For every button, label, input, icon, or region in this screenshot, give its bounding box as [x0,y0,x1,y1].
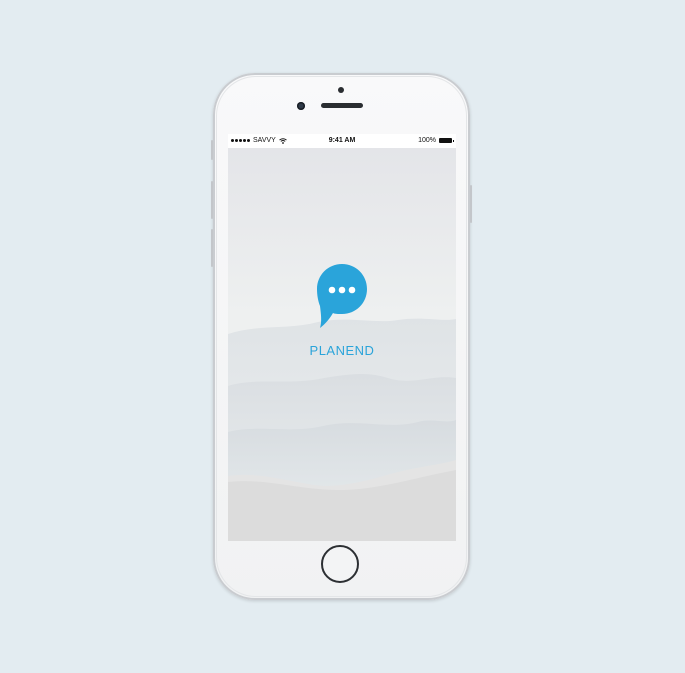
phone-screen: SAVVY 9:41 AM 100% PLANEND [228,134,456,541]
app-name: PLANEND [309,343,375,358]
earpiece-speaker [321,103,363,108]
status-right: 100% [418,137,454,144]
mountain-background [228,134,456,541]
front-camera-icon [297,102,305,110]
battery-percentage: 100% [418,137,436,144]
proximity-sensor [338,87,344,93]
volume-down-button [211,229,213,267]
volume-up-button [211,181,213,219]
status-bar: SAVVY 9:41 AM 100% [228,134,456,148]
mute-switch [211,140,213,160]
battery-icon [439,138,454,143]
home-button[interactable] [321,545,359,583]
phone-frame: SAVVY 9:41 AM 100% PLANEND [211,73,472,600]
chat-bubble-ellipsis-icon [317,264,367,328]
power-button [470,185,472,223]
